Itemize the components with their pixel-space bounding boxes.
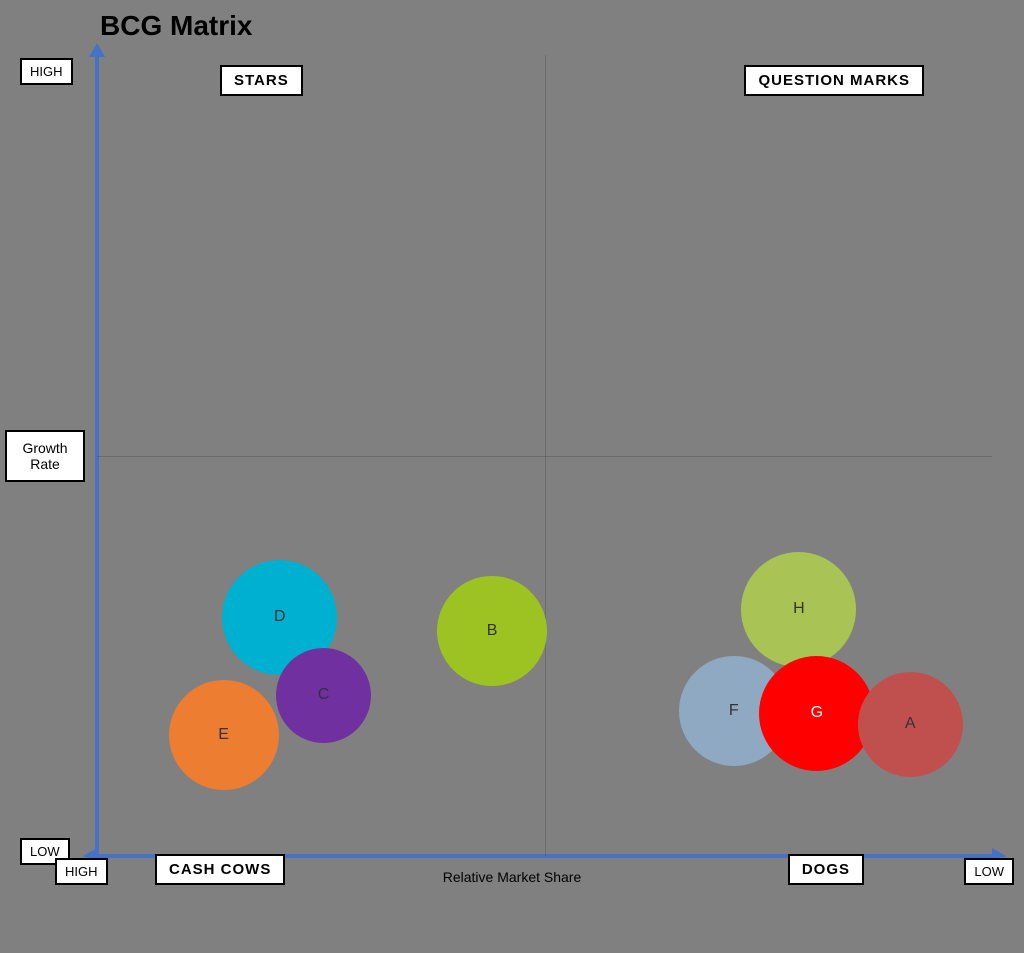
bubble-c: C <box>276 648 371 743</box>
bubble-e: E <box>169 680 279 790</box>
horizontal-divider <box>97 456 992 457</box>
bubble-h: H <box>741 552 856 667</box>
bubble-b: B <box>437 576 547 686</box>
dogs-quadrant-label: DOGS <box>788 854 864 885</box>
cash-cows-quadrant-label: CASH COWS <box>155 854 285 885</box>
bubble-a: A <box>858 672 963 777</box>
chart-title: BCG Matrix <box>100 10 252 42</box>
growth-rate-label: Growth Rate <box>5 430 85 482</box>
x-high-label: HIGH <box>55 858 108 885</box>
y-high-label: HIGH <box>20 58 73 85</box>
plot-area: D C E B H F G A <box>97 55 992 856</box>
x-low-label: LOW <box>964 858 1014 885</box>
relative-market-share-label: Relative Market Share <box>443 869 582 885</box>
bubble-g: G <box>759 656 874 771</box>
